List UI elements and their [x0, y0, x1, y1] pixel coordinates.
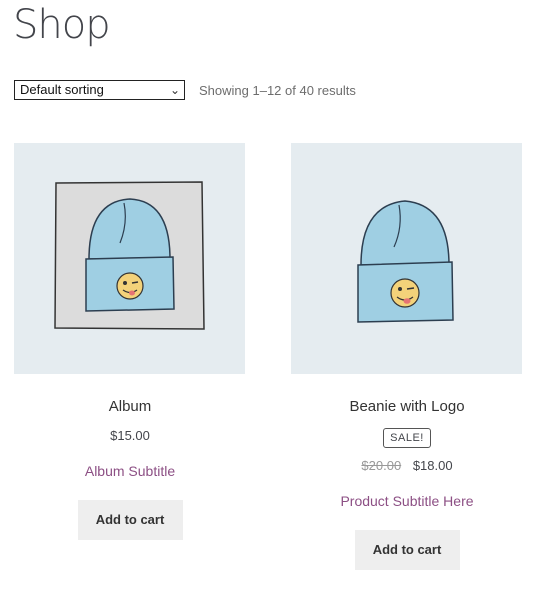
add-to-cart-button[interactable]: Add to cart — [77, 500, 183, 540]
product-old-price: $20.00 — [361, 458, 402, 473]
result-count: Showing 1–12 of 40 results — [199, 82, 356, 98]
product-subtitle: Product Subtitle Here — [340, 493, 474, 509]
sort-select[interactable]: Default sorting ⌄ — [14, 80, 185, 100]
product-image-album[interactable] — [14, 143, 245, 374]
product-title[interactable]: Album — [14, 398, 246, 418]
sort-select-value: Default sorting — [20, 82, 104, 97]
product-card-album: Album $15.00 Album Subtitle Add to cart — [14, 143, 246, 540]
product-image-beanie-with-logo[interactable] — [291, 143, 522, 374]
add-to-cart-button[interactable]: Add to cart — [354, 530, 460, 570]
album-beanie-illustration — [54, 181, 205, 330]
page-title: Shop — [13, 2, 111, 48]
product-title[interactable]: Beanie with Logo — [291, 398, 523, 418]
chevron-down-icon: ⌄ — [169, 83, 180, 97]
product-price: $20.00 $18.00 — [291, 458, 523, 473]
product-price: $15.00 — [110, 428, 150, 443]
sale-badge: SALE! — [383, 428, 431, 448]
shop-toolbar: Default sorting ⌄ Showing 1–12 of 40 res… — [14, 80, 356, 100]
product-sale-price: $18.00 — [412, 458, 453, 473]
product-card-beanie-with-logo: Beanie with Logo SALE! $20.00 $18.00 Pro… — [291, 143, 523, 570]
product-subtitle: Album Subtitle — [84, 463, 176, 479]
beanie-illustration — [357, 200, 454, 323]
